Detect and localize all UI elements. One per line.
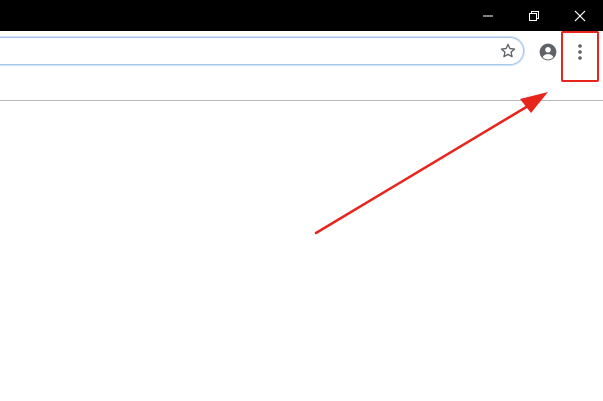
page-content xyxy=(0,101,603,401)
bookmarks-bar xyxy=(0,73,603,101)
account-circle-icon xyxy=(539,43,557,61)
star-icon xyxy=(500,43,516,58)
close-button[interactable] xyxy=(557,0,603,31)
restore-button[interactable] xyxy=(511,0,557,31)
address-bar[interactable] xyxy=(0,37,524,65)
browser-toolbar xyxy=(0,31,603,73)
profile-button[interactable] xyxy=(536,40,560,64)
minimize-icon xyxy=(483,15,493,16)
annotation-highlight-box xyxy=(561,31,599,82)
minimize-button[interactable] xyxy=(465,0,511,31)
bookmark-star-button[interactable] xyxy=(497,40,519,62)
close-icon xyxy=(574,10,586,21)
window-titlebar xyxy=(0,0,603,31)
restore-icon xyxy=(529,10,539,21)
